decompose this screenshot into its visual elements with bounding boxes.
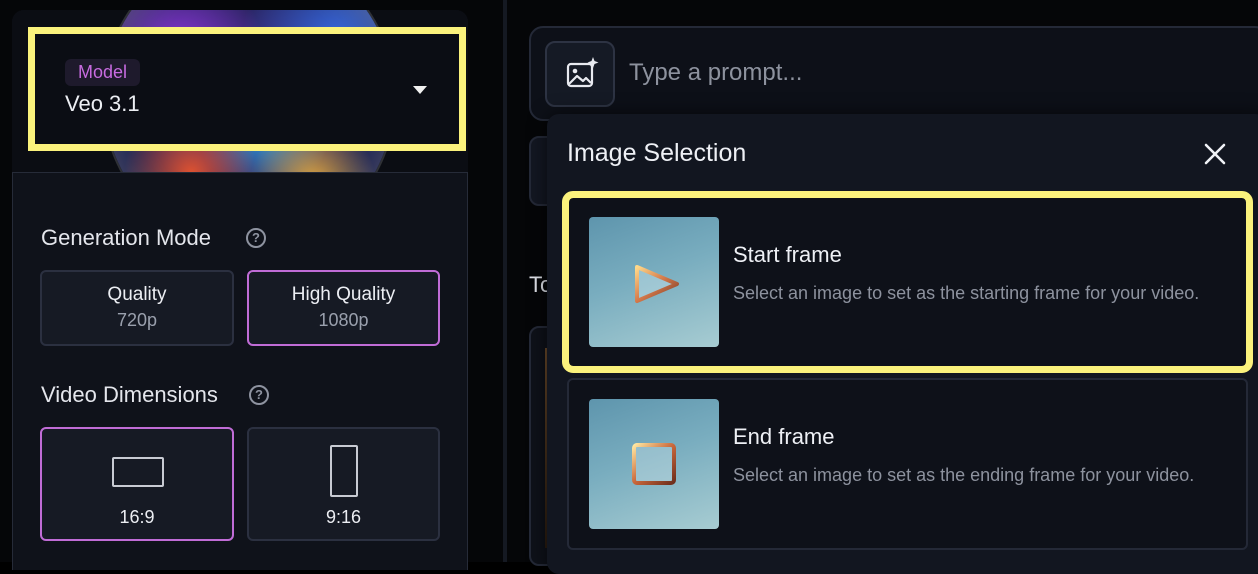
add-image-button[interactable] xyxy=(545,41,615,107)
close-icon xyxy=(1204,143,1226,165)
help-icon[interactable]: ? xyxy=(249,385,269,405)
option-label: Quality xyxy=(107,284,167,305)
close-button[interactable] xyxy=(1201,140,1229,168)
generation-mode-title: Generation Mode xyxy=(41,225,211,250)
stop-square-icon xyxy=(632,443,676,485)
high-quality-option-button[interactable]: High Quality 1080p xyxy=(247,270,440,346)
popup-title: Image Selection xyxy=(567,139,747,167)
help-icon[interactable]: ? xyxy=(246,228,266,248)
prompt-input[interactable] xyxy=(627,56,1187,90)
end-frame-thumbnail xyxy=(589,399,719,529)
model-value: Veo 3.1 xyxy=(65,91,140,116)
aspect-16-9-button[interactable]: 16:9 xyxy=(40,427,234,541)
quality-option-button[interactable]: Quality 720p xyxy=(40,270,234,346)
chevron-down-icon xyxy=(413,86,427,94)
aspect-9-16-button[interactable]: 9:16 xyxy=(247,427,440,541)
model-tag: Model xyxy=(65,59,141,86)
option-label: High Quality xyxy=(291,284,396,305)
portrait-ratio-icon xyxy=(330,445,358,497)
model-dropdown[interactable]: Model Veo 3.1 xyxy=(28,27,466,151)
image-sparkle-icon xyxy=(566,57,599,88)
start-frame-option[interactable]: Start frame Select an image to set as th… xyxy=(562,191,1253,373)
settings-panel: Model Veo 3.1 Generation Mode ? Quality … xyxy=(12,10,468,570)
landscape-ratio-icon xyxy=(112,457,164,487)
frame-description: Select an image to set as the ending fra… xyxy=(733,465,1195,485)
prompt-bar xyxy=(529,26,1258,121)
option-resolution: 1080p xyxy=(318,310,369,330)
left-column: Model Veo 3.1 Generation Mode ? Quality … xyxy=(0,0,503,570)
end-frame-option[interactable]: End frame Select an image to set as the … xyxy=(567,378,1248,550)
ratio-label: 16:9 xyxy=(119,507,155,527)
start-frame-thumbnail xyxy=(589,217,719,347)
ratio-label: 9:16 xyxy=(325,507,362,527)
frame-title: End frame xyxy=(733,424,835,449)
option-resolution: 720p xyxy=(116,310,158,330)
image-selection-popup: Image Selection Start frame Select an im… xyxy=(547,114,1258,574)
play-icon xyxy=(635,265,679,303)
frame-title: Start frame xyxy=(733,242,842,267)
model-banner: Model Veo 3.1 xyxy=(12,10,468,172)
frame-description: Select an image to set as the starting f… xyxy=(733,283,1200,303)
video-dimensions-title: Video Dimensions xyxy=(41,382,218,407)
right-column: To Image Selection xyxy=(507,0,1258,574)
settings-body: Generation Mode ? Quality 720p High Qual… xyxy=(12,172,468,570)
